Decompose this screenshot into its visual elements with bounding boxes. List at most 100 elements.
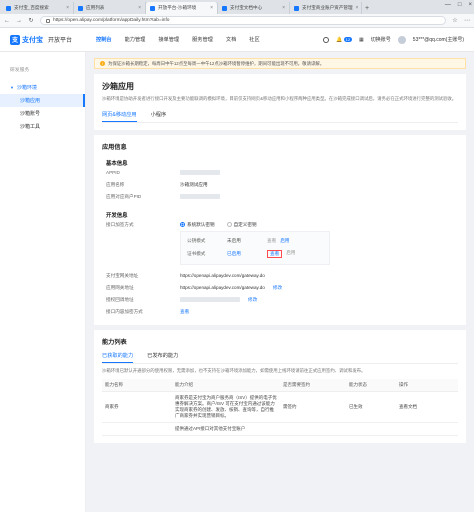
tab-favicon-icon	[78, 5, 83, 11]
view-cert-link[interactable]: 查看	[267, 250, 283, 259]
sidebar: 研发服务 ▼ 沙箱环境 沙箱应用 沙箱账号 沙箱工具	[0, 52, 86, 512]
maximize-icon[interactable]: □	[458, 2, 462, 8]
notification-bell[interactable]: 🔔 12	[336, 36, 353, 43]
avatar[interactable]	[397, 35, 406, 44]
view-public-key-link[interactable]: 查看	[267, 238, 276, 244]
sidebar-item-sandbox-tools[interactable]: 沙箱工具	[0, 120, 85, 133]
encrypt-row: 接口内容加密方式 查看	[106, 308, 190, 315]
search-icon[interactable]	[323, 36, 330, 43]
basic-info-title: 基本信息	[106, 160, 128, 167]
app-name-row: 应用名称 沙箱测试应用	[106, 181, 208, 187]
close-tab-icon[interactable]: ×	[210, 5, 213, 11]
app-gateway-row: 应用网关地址 https://openapi.alipaydev.com/gate…	[106, 284, 283, 291]
menu-community[interactable]: 社区	[249, 36, 259, 43]
tab-published-capabilities[interactable]: 已发布的能力	[147, 352, 178, 363]
capability-description: 沙箱环境已默认开通部分的使用权限，无需添加，也不支持在沙箱环境添加能力，如需使用…	[102, 367, 366, 373]
notification-badge: 12	[343, 37, 353, 42]
page-title: 沙箱应用	[102, 82, 134, 91]
sidebar-item-sandbox-account[interactable]: 沙箱账号	[0, 107, 85, 120]
browser-tab[interactable]: 应用列表 ×	[74, 2, 146, 14]
radio-default-key[interactable]: 系统默认密钥	[180, 222, 215, 228]
more-icon[interactable]: ⋯	[464, 17, 470, 24]
main-menu: 控制台 能力管理 接单管理 服务管理 文档 社区	[96, 36, 260, 43]
capability-card: 能力列表 已获取的能力 已发布的能力 沙箱环境已默认开通部分的使用权限，无需添加…	[94, 329, 466, 444]
new-tab-icon[interactable]: +	[362, 2, 372, 14]
bell-icon: 🔔	[336, 36, 343, 43]
app-info-card: 应用信息 基本信息 APPID 应用名称 沙箱测试应用 应用对应商户PID 开发信…	[94, 134, 466, 325]
menu-capability[interactable]: 能力管理	[125, 36, 146, 43]
logo[interactable]: 支 支付宝 开放平台	[10, 34, 96, 45]
browser-tab[interactable]: 支付宝_百度搜索 ×	[2, 2, 74, 14]
callback-value-redacted	[180, 297, 240, 303]
edit-app-gateway-link[interactable]: 修改	[273, 285, 282, 291]
signing-mode-box: 公钥模式 未启用 查看 启用 证书模式 已启用 查看 启用	[180, 230, 330, 265]
top-navigation: 支 支付宝 开放平台 控制台 能力管理 接单管理 服务管理 文档 社区 🔔 12…	[0, 28, 474, 52]
appid-value-redacted	[180, 170, 220, 176]
maintenance-notice: ! 为保证沙箱长期稳定，每周日中午12点至每周一中午12点沙箱环境暂停维护，期间…	[94, 58, 466, 69]
tab-favicon-icon	[150, 5, 155, 11]
callback-row: 授权回调地址 修改	[106, 296, 258, 303]
cert-mode-row: 证书模式 已启用 查看 启用	[187, 250, 296, 259]
tab-web-mobile[interactable]: 网页&移动应用	[102, 111, 137, 122]
forward-icon[interactable]: →	[16, 18, 22, 24]
browser-tab-bar: 支付宝_百度搜索 × 应用列表 × 开放平台-沙箱环境 × 支付宝文档中心 × 支付宝商…	[0, 0, 474, 14]
view-docs-link[interactable]: 查看文档	[396, 391, 458, 424]
tab-acquired-capabilities[interactable]: 已获取的能力	[102, 352, 134, 363]
warning-icon: !	[100, 61, 105, 66]
url-input[interactable]: https://open.alipay.com/platform/appDail…	[40, 16, 446, 25]
sidebar-item-sandbox[interactable]: ▼ 沙箱环境	[0, 81, 85, 94]
app-type-tabs: 网页&移动应用 小程序	[102, 111, 458, 123]
close-tab-icon[interactable]: ×	[138, 5, 141, 11]
capability-title: 能力列表	[102, 338, 127, 346]
browser-tab[interactable]: 支付宝商业账户资产管理 ×	[290, 2, 362, 14]
nav-right: 🔔 12 ▦ 切换账号 53***@qq.com(主账号)	[323, 35, 464, 44]
enable-public-key-link[interactable]: 启用	[280, 238, 289, 244]
chevron-down-icon: ▼	[10, 85, 14, 90]
table-row: 商家券 商家券是支付宝为商户服务商（ISV）提供的电子优惠券解决方案。商户/IS…	[102, 391, 458, 424]
app-info-title: 应用信息	[102, 143, 127, 151]
back-icon[interactable]: ←	[4, 18, 10, 24]
main-content: ! 为保证沙箱长期稳定，每周日中午12点至每周一中午12点沙箱环境暂停维护，期间…	[86, 52, 474, 512]
alipay-logo-icon: 支	[10, 34, 20, 45]
menu-orders[interactable]: 接单管理	[158, 36, 179, 43]
page-description: 沙箱环境是协助开发者进行接口开发及主要功能联调的模拟环境，目前仅支持网页&移动应…	[102, 96, 457, 101]
gateway-row: 支付宝网关地址 https://openapi.alipaydev.com/gat…	[106, 272, 265, 279]
view-encrypt-link[interactable]: 查看	[180, 309, 189, 315]
switch-account-link[interactable]: 切换账号	[371, 36, 391, 43]
signing-row: 接口加签方式 系统默认密钥 自定义密钥	[106, 221, 257, 228]
star-icon[interactable]: ☆	[452, 17, 458, 24]
dev-info-title: 开发信息	[106, 212, 128, 219]
minimize-icon[interactable]: —	[445, 2, 451, 8]
user-email[interactable]: 53***@qq.com(主账号)	[413, 36, 464, 43]
app-grid-icon[interactable]: ▦	[359, 37, 364, 43]
enable-cert-link[interactable]: 启用	[286, 250, 295, 258]
pid-row: 应用对应商户PID	[102, 191, 458, 203]
tab-favicon-icon	[6, 5, 11, 11]
tab-favicon-icon	[222, 5, 227, 11]
tab-mini-program[interactable]: 小程序	[151, 111, 167, 122]
reload-icon[interactable]: ↻	[28, 17, 34, 24]
menu-docs[interactable]: 文档	[226, 36, 236, 43]
browser-tab[interactable]: 支付宝文档中心 ×	[218, 2, 290, 14]
public-key-mode-row: 公钥模式 未启用 查看 启用	[187, 238, 290, 244]
page-header-card: 沙箱应用 沙箱环境是协助开发者进行接口开发及主要功能联调的模拟环境，目前仅支持网…	[94, 74, 466, 130]
menu-service[interactable]: 服务管理	[192, 36, 213, 43]
window-controls: — □ ×	[445, 2, 472, 8]
table-header-row: 能力名称 能力介绍 是否需要签约 能力状态 操作	[102, 379, 458, 392]
capability-tabs: 已获取的能力 已发布的能力	[102, 352, 458, 364]
browser-tab-active[interactable]: 开放平台-沙箱环境 ×	[146, 2, 218, 14]
edit-callback-link[interactable]: 修改	[248, 297, 257, 303]
capability-table: 能力名称 能力介绍 是否需要签约 能力状态 操作 商家券 商家券是支付宝为商户服…	[102, 379, 458, 437]
table-row: 提供通过API接口对其他支付宝账户	[102, 422, 458, 437]
radio-custom-key[interactable]: 自定义密钥	[226, 222, 257, 228]
close-tab-icon[interactable]: ×	[66, 5, 69, 11]
pid-value-redacted	[180, 194, 220, 200]
close-tab-icon[interactable]: ×	[356, 5, 359, 11]
menu-console[interactable]: 控制台	[96, 36, 112, 43]
close-tab-icon[interactable]: ×	[282, 5, 285, 11]
address-bar: ← → ↻ https://open.alipay.com/platform/a…	[0, 14, 474, 28]
sidebar-item-sandbox-app[interactable]: 沙箱应用	[0, 94, 85, 107]
close-window-icon[interactable]: ×	[468, 2, 472, 8]
lock-icon	[46, 18, 50, 23]
sidebar-group-title: 研发服务	[10, 68, 30, 73]
